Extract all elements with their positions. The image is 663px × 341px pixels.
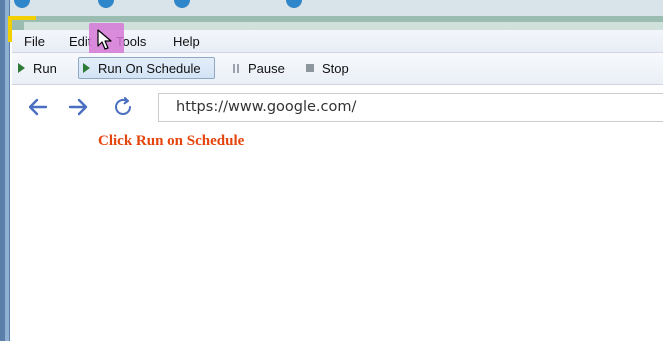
mouse-cursor-icon xyxy=(97,29,112,50)
pause-button[interactable]: Pause xyxy=(228,57,289,79)
window-frame-left-inner xyxy=(5,0,9,341)
menu-file[interactable]: File xyxy=(24,34,45,49)
focus-corner-marker xyxy=(8,16,36,20)
pause-icon xyxy=(232,63,240,73)
taskbar-app-icon[interactable] xyxy=(98,0,114,8)
run-button-label: Run xyxy=(33,60,57,76)
taskbar-app-icon[interactable] xyxy=(14,0,30,8)
run-button[interactable]: Run xyxy=(14,57,61,79)
menu-help[interactable]: Help xyxy=(173,34,200,49)
refresh-icon[interactable] xyxy=(111,95,135,119)
taskbar-strip xyxy=(10,0,663,17)
pause-button-label: Pause xyxy=(248,60,285,76)
taskbar-app-icon[interactable] xyxy=(286,0,302,8)
url-input[interactable]: https://www.google.com/ xyxy=(158,93,663,122)
stop-button-label: Stop xyxy=(322,60,349,76)
toolbar: Run Run On Schedule Pause Stop xyxy=(12,53,663,85)
forward-arrow-icon[interactable] xyxy=(66,95,90,119)
play-icon xyxy=(83,63,90,73)
back-arrow-icon[interactable] xyxy=(26,95,50,119)
stop-icon xyxy=(306,64,314,72)
run-on-schedule-button[interactable]: Run On Schedule xyxy=(78,57,215,79)
stop-button[interactable]: Stop xyxy=(302,57,353,79)
run-on-schedule-label: Run On Schedule xyxy=(98,60,201,76)
instruction-caption: Click Run on Schedule xyxy=(98,133,245,149)
play-icon xyxy=(18,63,25,73)
taskbar-app-icon[interactable] xyxy=(174,0,190,8)
